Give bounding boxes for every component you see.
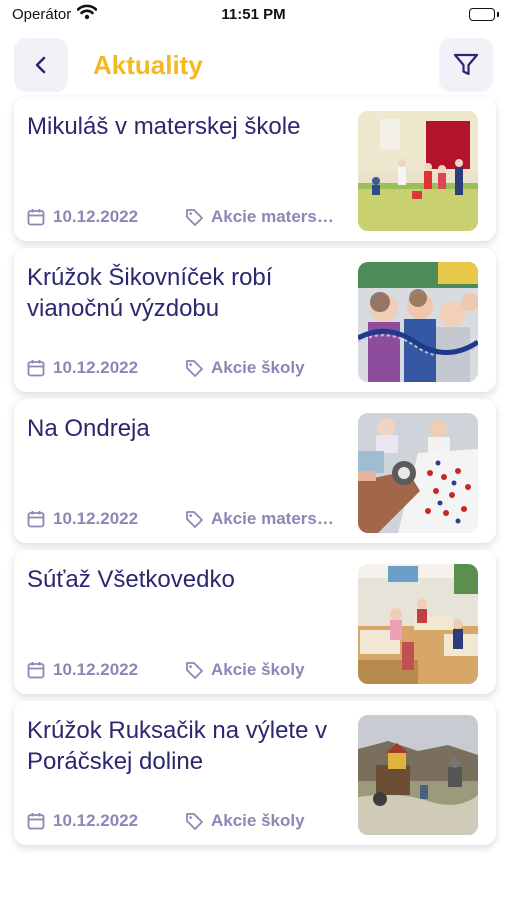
news-title: Na Ondreja <box>27 415 150 442</box>
news-category: Akcie školy <box>211 811 305 830</box>
news-category: Akcie školy <box>211 660 305 679</box>
news-date: 10.12.2022 <box>53 358 139 377</box>
news-date: 10.12.2022 <box>53 660 139 679</box>
tag-icon <box>186 359 203 377</box>
calendar-icon <box>27 813 45 830</box>
news-card[interactable]: Krúžok Ruksačik na výlete v Poráčskej do… <box>14 701 496 845</box>
tag-icon <box>186 812 203 830</box>
news-thumbnail <box>358 262 478 382</box>
news-meta: 10.12.2022 Akcie materskej školy <box>27 509 335 529</box>
news-thumbnail <box>358 715 478 835</box>
news-date: 10.12.2022 <box>53 207 139 226</box>
back-button[interactable] <box>14 38 68 92</box>
news-date: 10.12.2022 <box>53 811 139 830</box>
news-title: Mikuláš v materskej škole <box>27 113 301 140</box>
status-bar: Operátor 11:51 PM <box>0 0 507 30</box>
navigation-header: Aktuality <box>0 38 507 94</box>
news-category: Akcie materskej školy <box>211 207 335 226</box>
news-title: Súťaž Všetkovedko <box>27 566 235 593</box>
calendar-icon <box>27 511 45 528</box>
filter-icon <box>453 53 479 76</box>
filter-button[interactable] <box>439 38 493 92</box>
calendar-icon <box>27 209 45 226</box>
news-date: 10.12.2022 <box>53 509 139 528</box>
news-thumbnail <box>358 564 478 684</box>
news-card[interactable]: Súťaž Všetkovedko 10.12.2022 Akcie školy <box>14 550 496 694</box>
calendar-icon <box>27 662 45 679</box>
battery-icon <box>469 8 495 21</box>
news-meta: 10.12.2022 Akcie školy <box>27 660 305 680</box>
news-thumbnail <box>358 111 478 231</box>
calendar-icon <box>27 360 45 377</box>
news-meta: 10.12.2022 Akcie školy <box>27 358 305 378</box>
news-title: Krúžok Šikovníček robí vianočnú výzdobu <box>27 264 273 322</box>
news-category: Akcie materskej školy <box>211 509 335 528</box>
tag-icon <box>186 208 203 226</box>
tag-icon <box>186 510 203 528</box>
news-card[interactable]: Na Ondreja 10.12.2022 Akcie materskej šk… <box>14 399 496 543</box>
news-title: Krúžok Ruksačik na výlete v Poráčskej do… <box>27 717 328 775</box>
news-thumbnail <box>358 413 478 533</box>
clock: 11:51 PM <box>221 6 286 23</box>
page-title: Aktuality <box>93 50 203 80</box>
news-category: Akcie školy <box>211 358 305 377</box>
news-card[interactable]: Mikuláš v materskej škole 10.12.2022 Akc… <box>14 97 496 241</box>
news-meta: 10.12.2022 Akcie školy <box>27 811 305 831</box>
news-card[interactable]: Krúžok Šikovníček robí vianočnú výzdobu … <box>14 248 496 392</box>
news-meta: 10.12.2022 Akcie materskej školy <box>27 207 335 227</box>
chevron-left-icon <box>35 56 46 74</box>
tag-icon <box>186 661 203 679</box>
news-list[interactable]: Mikuláš v materskej škole 10.12.2022 Akc… <box>0 94 507 900</box>
